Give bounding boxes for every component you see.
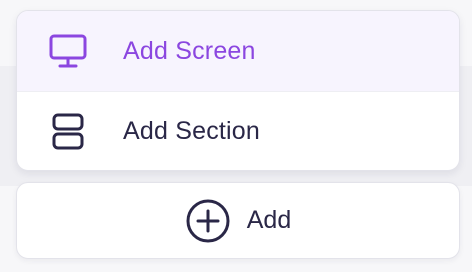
menu-item-add-screen[interactable]: Add Screen bbox=[17, 11, 459, 91]
add-dropdown-menu: Add Screen Add Section bbox=[16, 10, 460, 171]
add-button[interactable]: Add bbox=[16, 182, 460, 259]
plus-circle-icon bbox=[185, 198, 231, 244]
section-layout-icon bbox=[47, 111, 89, 153]
menu-item-label: Add Section bbox=[123, 117, 261, 145]
menu-item-label: Add Screen bbox=[123, 36, 256, 65]
menu-item-add-section[interactable]: Add Section bbox=[17, 91, 459, 170]
monitor-icon bbox=[47, 30, 89, 72]
add-button-label: Add bbox=[246, 206, 292, 234]
